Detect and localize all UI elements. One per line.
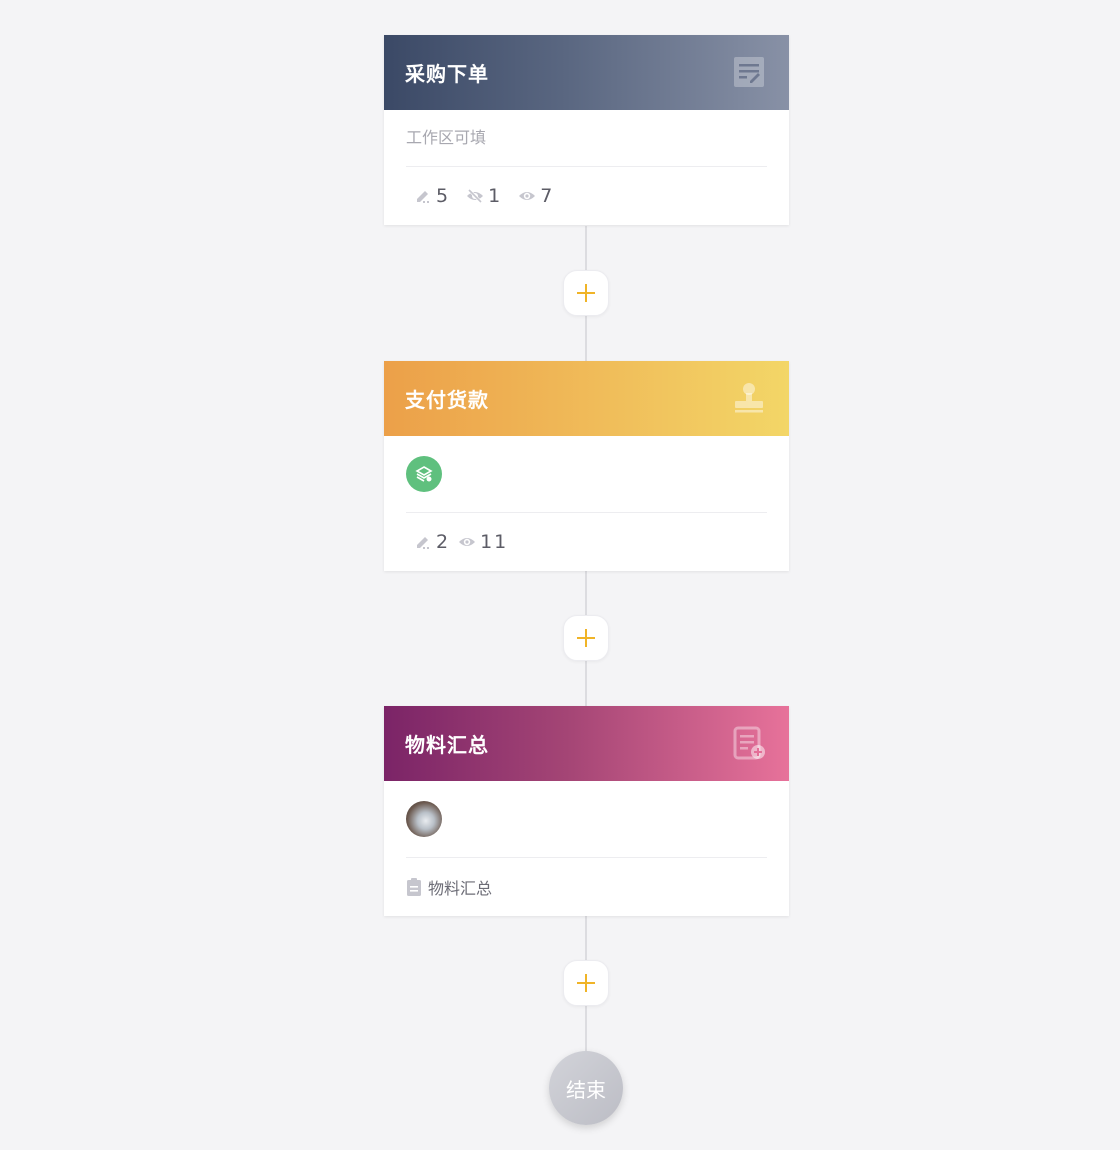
form-add-icon	[731, 725, 767, 761]
end-node: 结束	[549, 1051, 623, 1125]
flow-node-material-summary[interactable]: 物料汇总 物料汇总	[384, 706, 789, 916]
layers-avatar-icon[interactable]	[406, 456, 442, 492]
user-photo-avatar[interactable]	[406, 801, 442, 837]
end-label: 结束	[566, 1077, 606, 1102]
field-permission-stats: 2 11	[406, 513, 767, 571]
editable-count: 5	[414, 185, 448, 207]
add-node-button[interactable]	[563, 960, 609, 1006]
linked-form-label: 物料汇总	[428, 879, 493, 898]
visible-count: 7	[518, 185, 552, 207]
eye-off-icon	[467, 188, 484, 204]
edit-form-icon	[731, 54, 767, 90]
field-permission-stats: 5 1 7	[406, 167, 767, 225]
node-header: 采购下单	[384, 35, 789, 110]
node-title: 支付货款	[405, 388, 489, 412]
plus-icon	[577, 629, 595, 647]
pencil-icon	[417, 537, 429, 549]
plus-icon	[577, 974, 595, 992]
add-node-button[interactable]	[563, 615, 609, 661]
clipboard-icon	[407, 878, 421, 896]
eye-icon	[459, 538, 476, 546]
add-node-button[interactable]	[563, 270, 609, 316]
node-title: 物料汇总	[405, 733, 489, 757]
flow-node-purchase-order[interactable]: 采购下单 工作区可填 5 1 7	[384, 35, 789, 225]
visible-count: 11	[458, 531, 508, 553]
pencil-icon	[417, 191, 429, 203]
node-header: 物料汇总	[384, 706, 789, 781]
hidden-count: 1	[466, 185, 500, 207]
eye-icon	[519, 192, 536, 200]
linked-form[interactable]: 物料汇总	[406, 858, 767, 916]
plus-icon	[577, 284, 595, 302]
node-title: 采购下单	[405, 62, 489, 86]
node-description: 工作区可填	[406, 128, 487, 147]
node-header: 支付货款	[384, 361, 789, 436]
flow-node-payment[interactable]: 支付货款 2 11	[384, 361, 789, 571]
editable-count: 2	[414, 531, 448, 553]
stamp-icon	[731, 380, 767, 416]
